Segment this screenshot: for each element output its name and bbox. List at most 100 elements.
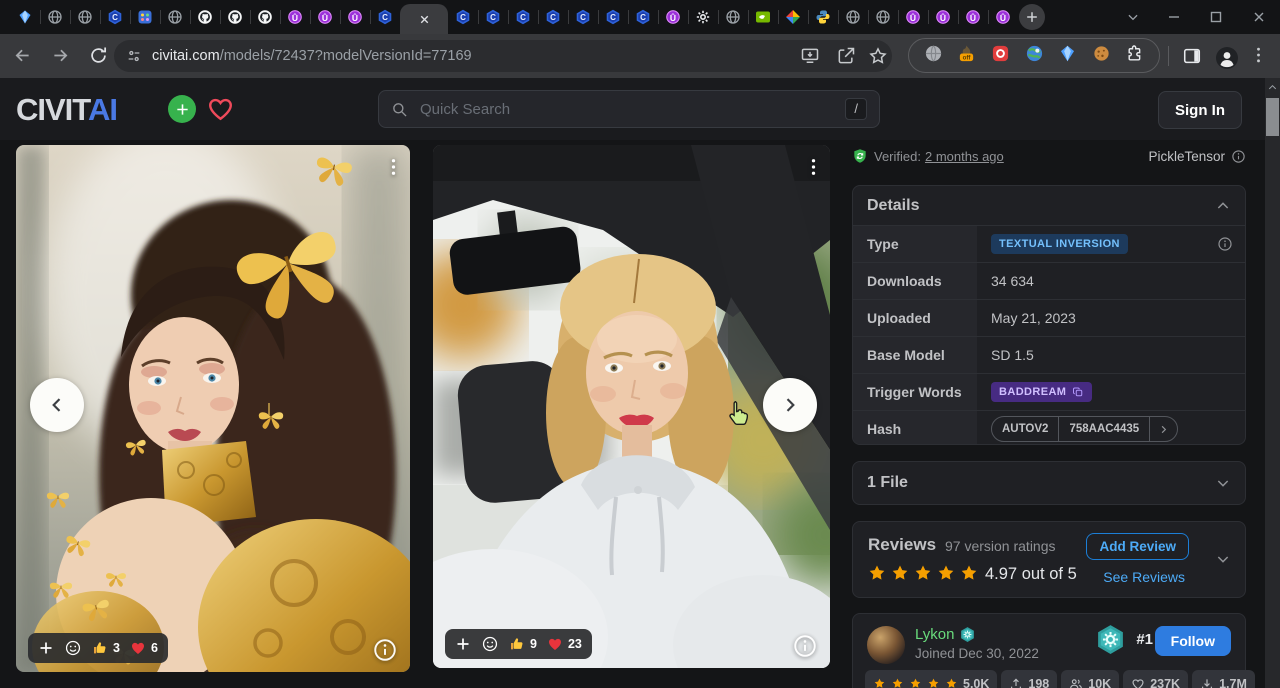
pickletensor-info-icon[interactable]	[1231, 149, 1246, 164]
reaction-bar[interactable]: 9 23	[445, 629, 592, 659]
creator-stat-download[interactable]: 1.7M	[1192, 670, 1255, 688]
creator-stat-upload[interactable]: 198	[1001, 670, 1057, 688]
browser-tab[interactable]	[778, 0, 808, 34]
favorites-heart-button[interactable]	[206, 94, 235, 123]
extension-red-o-icon[interactable]	[991, 44, 1010, 68]
civitai-logo[interactable]: CIVITAI	[16, 92, 117, 128]
scrollbar-thumb[interactable]	[1266, 98, 1279, 136]
type-info-icon[interactable]	[1217, 236, 1233, 257]
extension-puzzle-icon[interactable]	[1125, 44, 1144, 68]
creator-stat-stars[interactable]: 5.0K	[865, 670, 997, 688]
bookmark-star-icon[interactable]	[868, 46, 888, 66]
files-card[interactable]: 1 File	[852, 461, 1246, 505]
creator-avatar[interactable]	[867, 626, 905, 664]
install-app-icon[interactable]	[800, 46, 820, 66]
thumbs-up-reaction[interactable]: 9	[509, 636, 537, 652]
browser-tab[interactable]	[160, 0, 190, 34]
copy-icon[interactable]	[1072, 386, 1084, 398]
window-close-button[interactable]	[1252, 0, 1266, 34]
browser-tab[interactable]: C	[568, 0, 598, 34]
extension-gem-ext-icon[interactable]	[1058, 44, 1077, 68]
browser-tab[interactable]	[70, 0, 100, 34]
carousel-prev-button[interactable]	[30, 378, 84, 432]
minimize-button[interactable]	[1167, 0, 1181, 34]
browser-tab[interactable]: C	[370, 0, 400, 34]
browser-tab[interactable]	[40, 0, 70, 34]
hash-pill[interactable]: AUTOV2758AAC4435	[991, 416, 1178, 442]
image-info-button[interactable]	[792, 633, 818, 659]
url-bar[interactable]: civitai.com/models/72437?modelVersionId=…	[114, 40, 892, 72]
extension-earth-icon[interactable]	[1025, 44, 1044, 68]
tab-search-chevron-icon[interactable]	[1126, 0, 1140, 34]
scrollbar-up-arrow[interactable]	[1267, 82, 1278, 93]
search-input[interactable]	[418, 100, 845, 119]
browser-tab[interactable]: C	[598, 0, 628, 34]
share-icon[interactable]	[836, 46, 856, 66]
browser-tab[interactable]: C	[538, 0, 568, 34]
browser-tab[interactable]: Û	[958, 0, 988, 34]
carousel-next-button[interactable]	[763, 378, 817, 432]
browser-tab[interactable]: C	[448, 0, 478, 34]
see-reviews-link[interactable]: See Reviews	[1103, 569, 1185, 585]
profile-avatar-button[interactable]	[1215, 46, 1239, 70]
thumbs-up-reaction[interactable]: 3	[92, 640, 120, 656]
extension-cookie-icon[interactable]	[1092, 44, 1111, 68]
new-tab-button[interactable]	[1019, 4, 1045, 30]
browser-tab[interactable]: Û	[928, 0, 958, 34]
browser-tab[interactable]	[718, 0, 748, 34]
verified-time-link[interactable]: 2 months ago	[925, 149, 1004, 164]
reload-button[interactable]	[88, 45, 109, 66]
page-scrollbar[interactable]	[1265, 78, 1280, 688]
browser-tab[interactable]	[808, 0, 838, 34]
emoji-picker-button[interactable]	[64, 639, 82, 657]
add-reaction-button[interactable]	[455, 636, 471, 652]
browser-tab[interactable]	[838, 0, 868, 34]
emoji-picker-button[interactable]	[481, 635, 499, 653]
browser-tab[interactable]	[748, 0, 778, 34]
browser-tab[interactable]	[10, 0, 40, 34]
back-button[interactable]	[12, 45, 33, 66]
extension-off-flame-icon[interactable]: off	[957, 44, 976, 68]
image-menu-button[interactable]	[807, 153, 820, 181]
add-review-button[interactable]: Add Review	[1086, 533, 1189, 560]
forward-button[interactable]	[50, 45, 71, 66]
sign-in-button[interactable]: Sign In	[1158, 91, 1242, 129]
browser-tab[interactable]: Û	[280, 0, 310, 34]
follow-button[interactable]: Follow	[1155, 626, 1231, 656]
details-header[interactable]: Details	[853, 186, 1245, 225]
browser-tab[interactable]: C	[100, 0, 130, 34]
browser-tab[interactable]: C	[478, 0, 508, 34]
browser-tab[interactable]	[250, 0, 280, 34]
image-menu-button[interactable]	[387, 153, 400, 181]
browser-tab[interactable]: Û	[988, 0, 1018, 34]
side-panel-button[interactable]	[1182, 46, 1202, 66]
browser-tab[interactable]	[190, 0, 220, 34]
browser-tab[interactable]: Û	[310, 0, 340, 34]
browser-menu-button[interactable]	[1256, 46, 1261, 64]
browser-tab[interactable]: C	[628, 0, 658, 34]
active-tab[interactable]	[400, 4, 448, 34]
hash-expand-icon[interactable]	[1150, 417, 1177, 441]
heart-reaction[interactable]: 23	[547, 636, 582, 652]
creator-name[interactable]: Lykon	[915, 626, 954, 643]
browser-tab[interactable]: C	[508, 0, 538, 34]
extension-globe-ext-icon[interactable]	[924, 44, 943, 68]
browser-tab[interactable]	[688, 0, 718, 34]
site-info-icon[interactable]	[126, 48, 142, 64]
search-box[interactable]: /	[378, 90, 880, 128]
add-reaction-button[interactable]	[38, 640, 54, 656]
browser-tab[interactable]	[868, 0, 898, 34]
close-tab-icon[interactable]	[418, 13, 431, 26]
creator-stat-heart[interactable]: 237K	[1123, 670, 1188, 688]
browser-tab[interactable]: Û	[898, 0, 928, 34]
maximize-button[interactable]	[1209, 0, 1223, 34]
trigger-word-badge[interactable]: BADDREAM	[991, 382, 1092, 402]
image-info-button[interactable]	[372, 637, 398, 663]
browser-tab[interactable]	[130, 0, 160, 34]
creator-stat-users[interactable]: 10K	[1061, 670, 1119, 688]
browser-tab[interactable]: Û	[658, 0, 688, 34]
create-plus-button[interactable]	[168, 95, 196, 123]
heart-reaction[interactable]: 6	[130, 640, 158, 656]
reaction-bar[interactable]: 3 6	[28, 633, 168, 663]
browser-tab[interactable]	[220, 0, 250, 34]
